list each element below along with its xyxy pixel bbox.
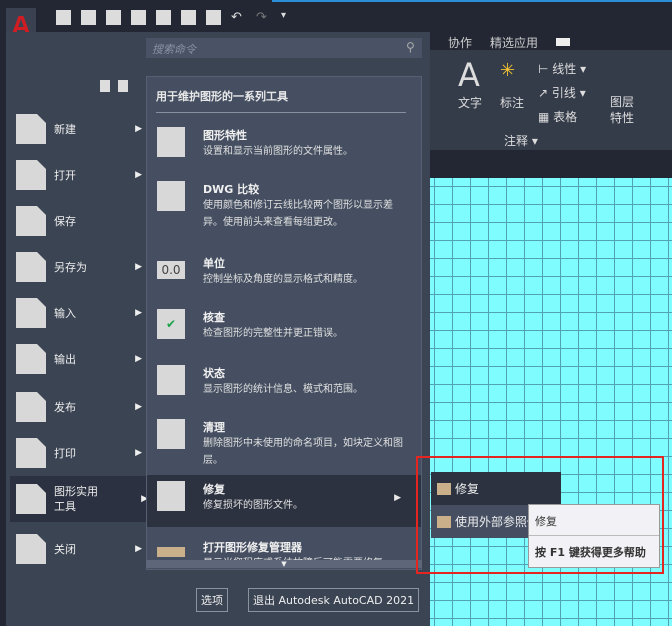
submenu-item-units[interactable]: 0.0 单位 控制坐标及角度的显示格式和精度。 <box>147 249 421 294</box>
audit-check-icon: ✔ <box>157 309 185 339</box>
recovery-manager-icon <box>157 547 185 557</box>
divider <box>156 112 406 113</box>
menu-item-drawing-utilities[interactable]: 图形实用工具 ▶ <box>10 476 152 522</box>
highlight-box <box>416 456 664 574</box>
status-chart-icon <box>157 365 185 395</box>
submenu-item-recover[interactable]: 修复 修复损坏的图形文件。 ▶ <box>147 475 421 527</box>
drawing-properties-icon <box>157 127 185 157</box>
print-icon[interactable] <box>206 10 221 25</box>
wrench-icon <box>16 484 46 514</box>
ribbon-panel: A 文字 ✳ 标注 ⊢ 线性 ▾ ↗ 引线 ▾ ▦ 表格 注释 ▾ 图层 特性 <box>428 50 672 150</box>
save-as-icon <box>16 252 46 282</box>
customize-icon[interactable]: ▾ <box>281 10 296 25</box>
layer-properties-button[interactable]: 图层 特性 <box>610 94 634 126</box>
text-button[interactable]: 文字 <box>458 94 482 111</box>
linear-label: 线性 <box>552 62 577 76</box>
menu-item-save[interactable]: 保存 <box>16 200 146 242</box>
menu-item-print[interactable]: 打印 ▶ <box>16 432 146 474</box>
open-from-mobile-icon[interactable] <box>156 10 171 25</box>
redo-icon[interactable]: ↷ <box>256 10 271 25</box>
print-icon <box>16 438 46 468</box>
title-accent-line <box>272 0 672 2</box>
leader-label: 引线 <box>551 86 576 100</box>
menu-item-open[interactable]: 打开 ▶ <box>16 154 146 196</box>
submenu-item-status[interactable]: 状态 显示图形的统计信息、模式和范围。 <box>147 359 421 404</box>
close-icon <box>16 534 46 564</box>
table-button[interactable]: ▦ 表格 <box>538 108 577 125</box>
dwg-compare-icon <box>157 181 185 211</box>
undo-icon[interactable]: ↶ <box>231 10 246 25</box>
save-icon[interactable] <box>106 10 121 25</box>
import-icon <box>16 298 46 328</box>
save-as-icon[interactable] <box>131 10 146 25</box>
purge-broom-icon <box>157 419 185 449</box>
new-icon <box>16 114 46 144</box>
save-icon <box>16 206 46 236</box>
submenu-item-recovery-manager[interactable]: 打开图形修复管理器显示当您程序或系统故障后可能需要修复 <box>147 533 421 563</box>
share-icon[interactable] <box>181 10 196 25</box>
recover-icon <box>157 481 185 511</box>
publish-icon <box>16 392 46 422</box>
new-icon[interactable] <box>56 10 71 25</box>
submenu-header: 用于维护图形的一系列工具 <box>156 90 288 103</box>
tab-featured-apps[interactable]: 精选应用 <box>490 34 538 51</box>
text-icon[interactable]: A <box>458 56 480 94</box>
submenu-item-audit[interactable]: ✔ 核查 检查图形的完整性并更正错误。 <box>147 303 421 348</box>
open-icon[interactable] <box>81 10 96 25</box>
recent-documents-icon[interactable] <box>100 80 110 92</box>
menu-item-close[interactable]: 关闭 ▶ <box>16 528 146 570</box>
menu-item-import[interactable]: 输入 ▶ <box>16 292 146 334</box>
options-button[interactable]: 选项 <box>196 588 228 612</box>
submenu-scroll-down[interactable]: ▼ <box>146 560 422 568</box>
drawing-utilities-submenu: 图形特性 设置和显示当前图形的文件属性。 DWG 比较 使用颜色和修订云线比较两个图… <box>146 76 422 570</box>
dimension-button[interactable]: 标注 <box>500 94 524 111</box>
dimension-icon[interactable]: ✳ <box>500 60 515 81</box>
linear-button[interactable]: ⊢ 线性 ▾ <box>538 60 586 77</box>
submenu-item-drawing-properties[interactable]: 图形特性 设置和显示当前图形的文件属性。 <box>147 121 421 166</box>
annotation-panel-label[interactable]: 注释 ▾ <box>504 132 538 149</box>
menu-item-export[interactable]: 输出 ▶ <box>16 338 146 380</box>
table-label: 表格 <box>553 110 578 124</box>
tab-collaborate[interactable]: 协作 <box>448 34 472 51</box>
ribbon-minimize-button[interactable] <box>556 38 571 46</box>
submenu-item-purge[interactable]: 清理 删除图形中未使用的命名项目，如块定义和图层。 <box>147 413 421 475</box>
open-icon <box>16 160 46 190</box>
menu-item-publish[interactable]: 发布 ▶ <box>16 386 146 428</box>
search-input[interactable]: 搜索命令 <box>146 38 422 58</box>
search-icon[interactable]: ⚲ <box>406 40 415 54</box>
leader-button[interactable]: ↗ 引线 ▾ <box>538 84 586 101</box>
export-icon <box>16 344 46 374</box>
exit-autocad-button[interactable]: 退出 Autodesk AutoCAD 2021 <box>248 588 420 612</box>
quick-access-toolbar: ↶ ↷ ▾ <box>56 10 296 26</box>
open-documents-icon[interactable] <box>118 80 128 92</box>
units-icon: 0.0 <box>157 261 185 279</box>
submenu-arrow-icon: ▶ <box>394 493 401 503</box>
menu-item-save-as[interactable]: 另存为 ▶ <box>16 246 146 288</box>
menu-item-new[interactable]: 新建 ▶ <box>16 108 146 150</box>
submenu-item-dwg-compare[interactable]: DWG 比较 使用颜色和修订云线比较两个图形以显示差异。使用前头来查看每组更改。 <box>147 175 421 237</box>
